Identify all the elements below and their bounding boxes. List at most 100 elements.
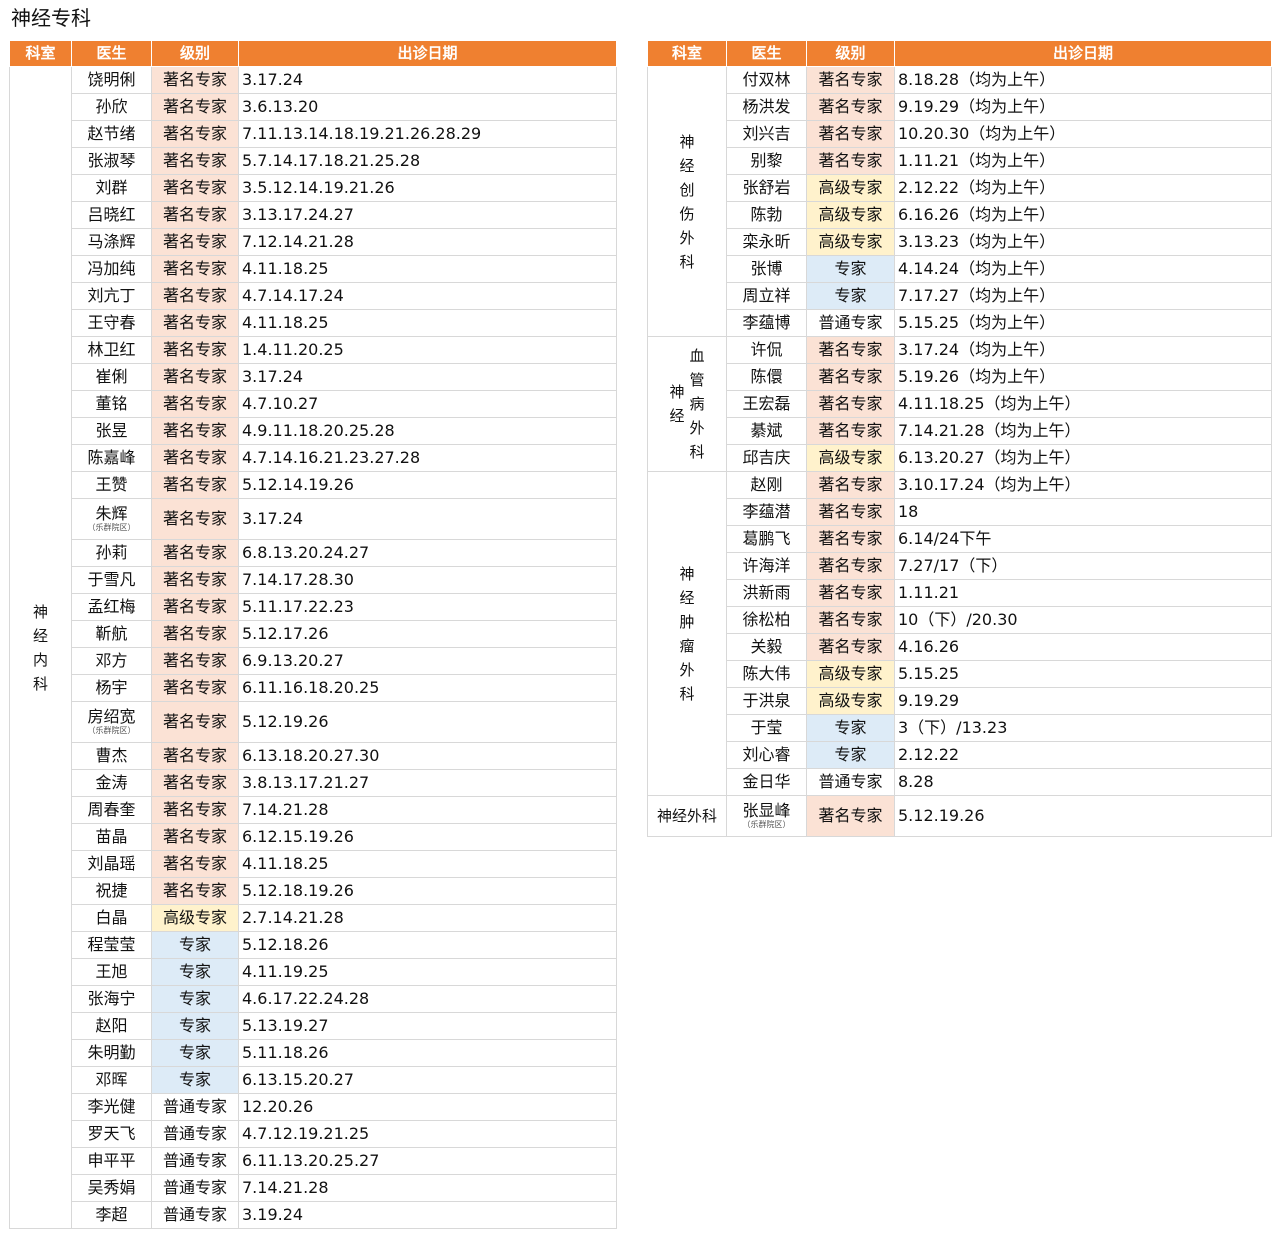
- date-cell: 5.19.26（均为上午）: [894, 363, 1272, 391]
- doctor-name: 金涛: [95, 773, 128, 792]
- doctor-cell: 王守春: [71, 309, 152, 337]
- doctor-name: 徐松柏: [742, 610, 791, 629]
- doctor-cell: 苗晶: [71, 823, 152, 851]
- doctor-name: 于洪泉: [742, 691, 791, 710]
- doctor-name: 于莹: [750, 718, 783, 737]
- level-cell: 普通专家: [151, 1201, 239, 1229]
- doctor-name: 孙莉: [95, 543, 128, 562]
- date-cell: 6.12.15.19.26: [238, 823, 617, 851]
- doctor-cell: 靳航: [71, 620, 152, 648]
- level-cell: 著名专家: [151, 228, 239, 256]
- doctor-cell: 綦斌: [726, 417, 807, 445]
- level-cell: 普通专家: [806, 309, 895, 337]
- date-cell: 1.11.21: [894, 579, 1272, 607]
- doctor-cell: 张淑琴: [71, 147, 152, 175]
- table-row: 于雪凡 著名专家 7.14.17.28.30: [10, 566, 617, 594]
- doctor-cell: 赵阳: [71, 1012, 152, 1040]
- doctor-name: 祝捷: [95, 881, 128, 900]
- table-row: 靳航 著名专家 5.12.17.26: [10, 620, 617, 648]
- doctor-cell: 李蕴潜: [726, 498, 807, 526]
- dept-label-part: 神经: [669, 383, 685, 425]
- table-row: 王赞 著名专家 5.12.14.19.26: [10, 471, 617, 499]
- table-row: 栾永昕 高级专家 3.13.23（均为上午）: [648, 228, 1272, 256]
- level-cell: 普通专家: [151, 1174, 239, 1202]
- doctor-name: 马涤辉: [87, 232, 136, 251]
- level-cell: 著名专家: [151, 417, 239, 445]
- level-cell: 著名专家: [151, 647, 239, 675]
- date-cell: 4.6.17.22.24.28: [238, 985, 617, 1013]
- table-header-row: 科室 医生 级别 出诊日期: [9, 40, 617, 67]
- table-row: 葛鹏飞 著名专家 6.14/24下午: [648, 525, 1272, 553]
- level-cell: 著名专家: [151, 674, 239, 702]
- date-cell: 3.13.23（均为上午）: [894, 228, 1272, 256]
- doctor-cell: 金日华: [726, 768, 807, 796]
- level-cell: 著名专家: [806, 606, 895, 634]
- level-cell: 专家: [151, 958, 239, 986]
- dept-label: 神经内科: [32, 602, 48, 693]
- date-cell: 6.13.20.27（均为上午）: [894, 444, 1272, 472]
- table-row: 血管病外科 神经 许侃著名专家 3.17.24（均为上午）: [647, 336, 1272, 472]
- date-cell: 7.27/17（下）: [894, 552, 1272, 580]
- level-cell: 著名专家: [806, 363, 895, 391]
- date-cell: 7.14.21.28（均为上午）: [894, 417, 1272, 445]
- doctor-cell: 于洪泉: [726, 687, 807, 715]
- page-title: 神经专科: [11, 6, 91, 30]
- level-cell: 专家: [151, 985, 239, 1013]
- level-cell: 专家: [151, 1039, 239, 1067]
- date-cell: 4.11.18.25: [238, 255, 617, 283]
- date-cell: 5.11.17.22.23: [238, 593, 617, 621]
- doctor-name: 李超: [95, 1205, 128, 1224]
- level-cell: 著名专家: [806, 471, 895, 499]
- table-row: 张博 专家 4.14.24（均为上午）: [648, 255, 1272, 283]
- table-row: 邱吉庆 高级专家 6.13.20.27（均为上午）: [648, 444, 1272, 472]
- doctor-name: 孙欣: [95, 97, 128, 116]
- date-cell: 3.13.17.24.27: [238, 201, 617, 229]
- doctor-cell: 葛鹏飞: [726, 525, 807, 553]
- level-cell: 著名专家: [151, 201, 239, 229]
- doctor-name: 刘兴吉: [742, 124, 791, 143]
- doctor-name: 李蕴潜: [742, 502, 791, 521]
- table-row: 苗晶 著名专家 6.12.15.19.26: [10, 823, 617, 851]
- doctor-cell: 付双林: [726, 66, 807, 94]
- table-row: 赵节绪 著名专家 7.11.13.14.18.19.21.26.28.29: [10, 120, 617, 148]
- date-cell: 7.12.14.21.28: [238, 228, 617, 256]
- date-cell: 3.17.24（均为上午）: [894, 336, 1272, 364]
- doctor-name: 赵节绪: [87, 124, 136, 143]
- table-row: 陈勃 高级专家 6.16.26（均为上午）: [648, 201, 1272, 229]
- doctor-name: 许侃: [750, 340, 783, 359]
- level-cell: 专家: [151, 931, 239, 959]
- doctor-cell: 孟红梅: [71, 593, 152, 621]
- date-cell: 3（下）/13.23: [894, 714, 1272, 742]
- table-row: 吴秀娟 普通专家 7.14.21.28: [10, 1174, 617, 1202]
- level-cell: 著名专家: [151, 823, 239, 851]
- level-cell: 著名专家: [151, 471, 239, 499]
- doctor-cell: 申平平: [71, 1147, 152, 1175]
- level-cell: 高级专家: [151, 904, 239, 932]
- table-row: 王宏磊 著名专家 4.11.18.25（均为上午）: [648, 390, 1272, 418]
- level-cell: 著名专家: [151, 363, 239, 391]
- level-cell: 著名专家: [151, 444, 239, 472]
- table-row: 董铭 著名专家 4.7.10.27: [10, 390, 617, 418]
- level-cell: 专家: [151, 1012, 239, 1040]
- level-cell: 著名专家: [806, 552, 895, 580]
- table-row: 李超 普通专家 3.19.24: [10, 1201, 617, 1229]
- level-cell: 著名专家: [806, 120, 895, 148]
- table-row: 神经内科 饶明俐 著名专家 3.17.24: [9, 66, 617, 1229]
- table-row: 陈儇 著名专家 5.19.26（均为上午）: [648, 363, 1272, 391]
- level-cell: 著名专家: [151, 877, 239, 905]
- level-cell: 著名专家: [151, 539, 239, 567]
- doctor-name: 房绍宽: [87, 707, 136, 726]
- doctor-name: 罗天飞: [87, 1124, 136, 1143]
- dept-label-part: 血管病外科: [689, 347, 705, 461]
- doctor-name: 刘群: [95, 178, 128, 197]
- doctor-name: 周春奎: [87, 800, 136, 819]
- dept-label: 神经外科: [656, 807, 717, 825]
- doctor-name: 金日华: [742, 772, 791, 791]
- date-cell: 7.14.21.28: [238, 1174, 617, 1202]
- doctor-name: 吴秀娟: [87, 1178, 136, 1197]
- table-row: 张海宁 专家 4.6.17.22.24.28: [10, 985, 617, 1013]
- table-row: 陈大伟 高级专家 5.15.25: [648, 660, 1272, 688]
- level-cell: 普通专家: [806, 768, 895, 796]
- doctor-cell: 崔俐: [71, 363, 152, 391]
- doctor-name: 刘晶瑶: [87, 854, 136, 873]
